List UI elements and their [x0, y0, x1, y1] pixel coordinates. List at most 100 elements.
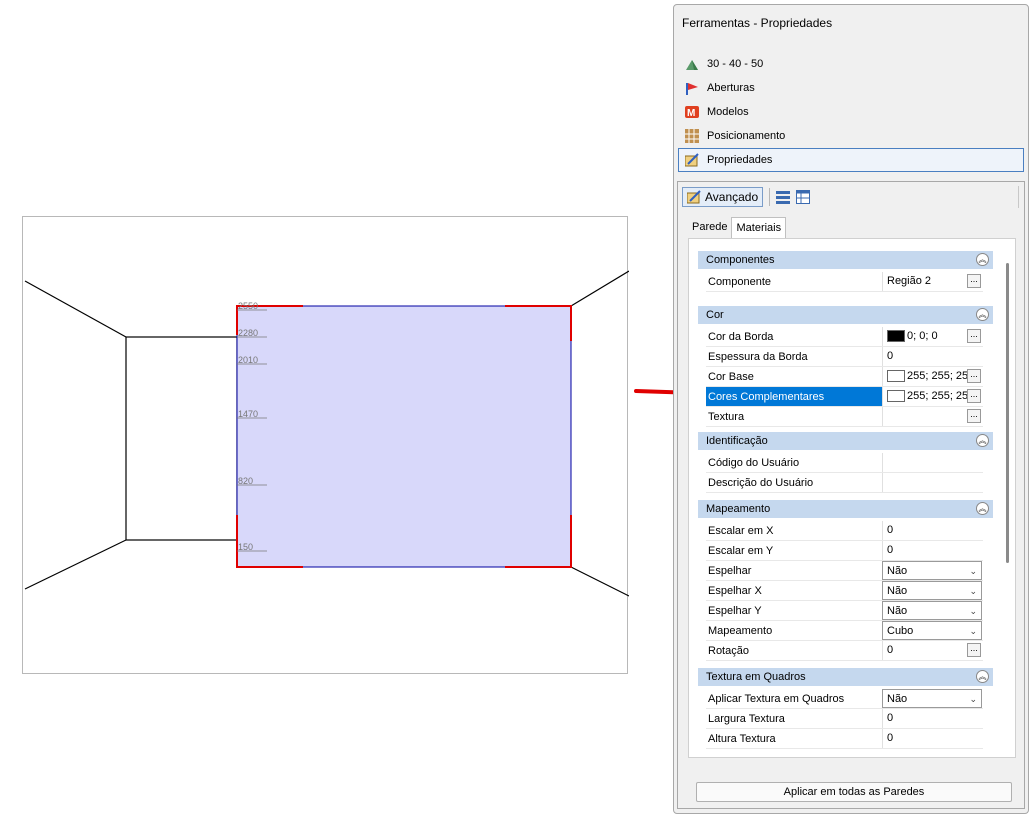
property-row-cor-base[interactable]: Cor Base 255; 255; 255 ... [706, 367, 983, 387]
property-label: Descrição do Usuário [708, 477, 814, 489]
property-value[interactable]: 0 [882, 521, 982, 540]
list-view-icon[interactable] [776, 190, 791, 204]
nav-item-label: Propriedades [707, 154, 773, 166]
property-value-text: Não [887, 693, 908, 705]
dimension-label: 2550 [238, 301, 258, 311]
property-row-aplicar-textura[interactable]: Aplicar Textura em Quadros Não ⌄ [706, 689, 983, 709]
property-label: Largura Textura [708, 713, 785, 725]
group-header-textura-em-quadros[interactable]: Textura em Quadros ︽ [698, 668, 993, 686]
toolbar: Avançado [682, 186, 816, 208]
property-value-text: Não [887, 605, 908, 617]
property-label: Cores Complementares [708, 391, 825, 403]
espelhar-select[interactable]: Não ⌄ [882, 561, 982, 580]
ellipsis-button[interactable]: ... [967, 369, 981, 383]
nav-item-aberturas[interactable]: Aberturas [678, 76, 1024, 100]
property-label: Escalar em X [708, 525, 774, 537]
group-title: Textura em Quadros [706, 671, 806, 683]
property-label: Componente [708, 276, 771, 288]
main-wall [236, 305, 572, 568]
espelhar-x-select[interactable]: Não ⌄ [882, 581, 982, 600]
group-header-identificacao[interactable]: Identificação ︽ [698, 432, 993, 450]
advanced-button[interactable]: Avançado [682, 187, 764, 207]
properties-icon [686, 190, 701, 204]
dimension-label: 2010 [238, 355, 258, 365]
properties-icon [684, 153, 699, 167]
property-row-espessura-da-borda[interactable]: Espessura da Borda 0 [706, 347, 983, 367]
grid-icon [685, 129, 699, 143]
aplicar-textura-select[interactable]: Não ⌄ [882, 689, 982, 708]
tab-bar: Parede Materiais [688, 217, 787, 238]
chevron-down-icon: ⌄ [969, 626, 977, 636]
property-row-cor-da-borda[interactable]: Cor da Borda 0; 0; 0 ... [706, 327, 983, 347]
property-label: Escalar em Y [708, 545, 774, 557]
table-view-icon[interactable] [796, 190, 811, 204]
property-value[interactable]: Região 2 ... [882, 272, 982, 291]
panel-title: Ferramentas - Propriedades [682, 16, 833, 30]
property-value-text: Não [887, 565, 908, 577]
collapse-icon[interactable]: ︽ [976, 253, 989, 266]
apply-all-walls-button[interactable]: Aplicar em todas as Paredes [696, 782, 1012, 802]
property-value[interactable]: 0 [882, 729, 982, 748]
ellipsis-button[interactable]: ... [967, 409, 981, 423]
collapse-icon[interactable]: ︽ [976, 502, 989, 515]
property-row-textura[interactable]: Textura ... [706, 407, 983, 427]
property-row-componente[interactable]: Componente Região 2 ... [706, 272, 983, 292]
nav-item-propriedades[interactable]: Propriedades [678, 148, 1024, 172]
property-row-codigo-do-usuario[interactable]: Código do Usuário [706, 453, 983, 473]
property-value[interactable]: ... [882, 407, 982, 426]
property-value[interactable]: 0; 0; 0 ... [882, 327, 982, 346]
nav-item-posicionamento[interactable]: Posicionamento [678, 124, 1024, 148]
house-icon [685, 57, 699, 71]
property-row-cores-complementares[interactable]: Cores Complementares 255; 255; 255 ... [706, 387, 983, 407]
group-header-mapeamento[interactable]: Mapeamento ︽ [698, 500, 993, 518]
property-row-mapeamento[interactable]: Mapeamento Cubo ⌄ [706, 621, 983, 641]
espelhar-y-select[interactable]: Não ⌄ [882, 601, 982, 620]
property-value-text: 0 [887, 644, 894, 656]
ellipsis-button[interactable]: ... [967, 329, 981, 343]
property-value[interactable]: 0 [882, 541, 982, 560]
color-swatch [887, 370, 905, 383]
property-value[interactable]: 0 ... [882, 641, 982, 660]
property-row-escalar-y[interactable]: Escalar em Y 0 [706, 541, 983, 561]
mapeamento-select[interactable]: Cubo ⌄ [882, 621, 982, 640]
property-value[interactable]: 0 [882, 709, 982, 728]
property-value-text: Cubo [887, 625, 914, 637]
3d-viewport[interactable]: 2550 2280 2010 1470 820 150 [22, 216, 629, 674]
property-row-espelhar-y[interactable]: Espelhar Y Não ⌄ [706, 601, 983, 621]
collapse-icon[interactable]: ︽ [976, 434, 989, 447]
property-row-largura-textura[interactable]: Largura Textura 0 [706, 709, 983, 729]
property-value[interactable] [882, 453, 982, 472]
scrollbar[interactable] [1006, 263, 1009, 563]
ellipsis-button[interactable]: ... [967, 389, 981, 403]
m-logo-icon: M [685, 105, 699, 119]
ellipsis-button[interactable]: ... [967, 274, 981, 288]
chevron-down-icon: ⌄ [969, 566, 977, 576]
property-row-rotacao[interactable]: Rotação 0 ... [706, 641, 983, 661]
property-label: Mapeamento [708, 625, 773, 637]
property-row-altura-textura[interactable]: Altura Textura 0 [706, 729, 983, 749]
perspective-line [570, 566, 629, 597]
collapse-icon[interactable]: ︽ [976, 670, 989, 683]
property-value[interactable]: 0 [882, 347, 982, 366]
group-title: Componentes [706, 254, 775, 266]
property-value[interactable]: 255; 255; 255 ... [882, 367, 982, 386]
group-header-cor[interactable]: Cor ︽ [698, 306, 993, 324]
tab-materiais[interactable]: Materiais [731, 217, 787, 238]
chevron-down-icon: ⌄ [969, 694, 977, 704]
property-row-escalar-x[interactable]: Escalar em X 0 [706, 521, 983, 541]
tab-parede[interactable]: Parede [688, 217, 731, 237]
property-value[interactable]: 255; 255; 255 ... [882, 387, 982, 406]
svg-text:M: M [687, 108, 695, 119]
property-row-espelhar-x[interactable]: Espelhar X Não ⌄ [706, 581, 983, 601]
group-header-componentes[interactable]: Componentes ︽ [698, 251, 993, 269]
ellipsis-button[interactable]: ... [967, 643, 981, 657]
property-row-descricao-do-usuario[interactable]: Descrição do Usuário [706, 473, 983, 493]
property-row-espelhar[interactable]: Espelhar Não ⌄ [706, 561, 983, 581]
property-value[interactable] [882, 473, 982, 492]
collapse-icon[interactable]: ︽ [976, 308, 989, 321]
property-value-text: Região 2 [887, 275, 932, 287]
property-value-text: 0 [887, 350, 894, 362]
nav-item-modelos[interactable]: M Modelos [678, 100, 1024, 124]
nav-item-30-40-50[interactable]: 30 - 40 - 50 [678, 52, 1024, 76]
perspective-line [570, 270, 629, 307]
